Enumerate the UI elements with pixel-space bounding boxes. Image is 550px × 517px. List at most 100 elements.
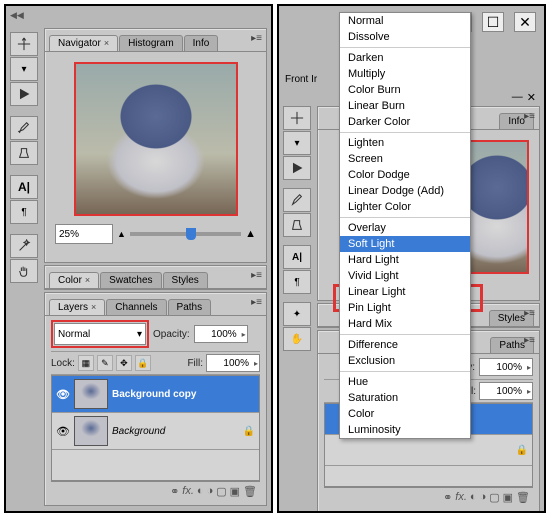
dropdown-tool-icon[interactable]: ▾ [283,131,311,155]
blend-option-overlay[interactable]: Overlay [340,220,470,236]
zoom-slider[interactable] [130,232,241,236]
lock-pixels-icon[interactable]: ✎ [97,355,113,371]
blend-option-pin-light[interactable]: Pin Light [340,300,470,316]
spacer [283,238,309,244]
navigator-tabs: Navigator× Histogram Info ▸≡ [45,29,266,52]
preview-partial [465,140,529,274]
blend-option-vivid-light[interactable]: Vivid Light [340,268,470,284]
tab-styles[interactable]: Styles [163,272,208,288]
type-tool-icon[interactable]: A| [283,245,311,269]
blend-option-screen[interactable]: Screen [340,151,470,167]
trash-icon[interactable]: 🗑 [243,485,257,498]
zoom-out-icon[interactable]: ▲ [117,229,126,239]
clone-tool-icon[interactable] [283,213,311,237]
layer-thumbnail[interactable] [74,379,108,409]
adjustment-icon[interactable]: ◑ [207,485,214,498]
hand-tool-icon[interactable] [10,259,38,283]
tab-color[interactable]: Color× [49,272,99,288]
blend-option-color-burn[interactable]: Color Burn [340,82,470,98]
navigator-palette: Navigator× Histogram Info ▸≡ ▲ ▲ [44,28,267,263]
blend-option-lighten[interactable]: Lighten [340,135,470,151]
layer-row[interactable]: 👁 Background 🔒 [52,413,259,450]
blend-mode-dropdown[interactable]: Normal▾ [54,323,146,345]
play-tool-icon[interactable] [283,156,311,180]
navigator-preview[interactable] [74,62,238,216]
spacer [283,295,309,301]
layers-footer: ⚭ fx. ◐ ◑ ▢ ▣ 🗑 [51,481,260,501]
mask-icon[interactable]: ◐ [197,485,204,498]
slider-thumb[interactable] [186,228,196,240]
blend-option-color-dodge[interactable]: Color Dodge [340,167,470,183]
left-content: Navigator× Histogram Info ▸≡ ▲ ▲ Color× … [44,28,267,507]
layer-row[interactable]: 👁 Background copy [52,376,259,413]
blend-row: Normal▾ Opacity: 100% [51,320,260,348]
tab-info[interactable]: Info [184,35,219,51]
blend-option-luminosity[interactable]: Luminosity [340,422,470,438]
tab-swatches[interactable]: Swatches [100,272,161,288]
close-icon[interactable]: ✕ [514,12,536,32]
blend-option-linear-burn[interactable]: Linear Burn [340,98,470,114]
brush-tool-icon[interactable] [283,188,311,212]
blend-option-color[interactable]: Color [340,406,470,422]
layer-thumbnail[interactable] [74,416,108,446]
tab-histogram[interactable]: Histogram [119,35,183,51]
hand-tool-icon[interactable]: ✋ [283,327,311,351]
layer-row[interactable]: 🔒 [325,435,532,466]
lock-transparent-icon[interactable]: ▦ [78,355,94,371]
lock-position-icon[interactable]: ✥ [116,355,132,371]
paragraph-tool-icon[interactable]: ¶ [10,200,38,224]
play-tool-icon[interactable] [10,82,38,106]
visibility-icon[interactable]: 👁 [56,388,70,401]
palette-menu-icon[interactable]: ▸≡ [251,297,262,308]
blend-option-dissolve[interactable]: Dissolve [340,29,470,45]
opacity-input[interactable]: 100% [194,325,248,343]
blend-option-lighter-color[interactable]: Lighter Color [340,199,470,215]
panel-topbar: ◀◀ [6,6,271,24]
palette-menu-icon[interactable]: ▸≡ [251,33,262,44]
zoom-in-icon[interactable]: ▲ [245,228,256,240]
move-tool-icon[interactable] [283,106,311,130]
zoom-input[interactable] [55,224,113,244]
blend-option-exclusion[interactable]: Exclusion [340,353,470,369]
lock-all-icon[interactable]: 🔒 [135,355,151,371]
left-panel: ◀◀ ▾ A| ¶ Navigator× Histogram Info ▸≡ [4,4,273,513]
blend-option-linear-light[interactable]: Linear Light [340,284,470,300]
clone-tool-icon[interactable] [10,141,38,165]
spacer [283,181,309,187]
blend-option-darken[interactable]: Darken [340,50,470,66]
tab-paths[interactable]: Paths [168,299,212,315]
document-label: Front Ir [285,74,317,85]
fill-input[interactable]: 100% [206,354,260,372]
tab-layers[interactable]: Layers× [49,299,105,315]
maximize-icon[interactable]: ☐ [482,12,504,32]
layer-name[interactable]: Background copy [112,389,255,400]
wand-tool-icon[interactable] [10,234,38,258]
visibility-icon[interactable]: 👁 [56,425,70,438]
blend-option-soft-light[interactable]: Soft Light [340,236,470,252]
tab-navigator[interactable]: Navigator× [49,35,118,51]
collapse-chevron-icon[interactable]: ◀◀ [10,10,24,21]
folder-icon[interactable]: ▢ [216,485,226,498]
brush-tool-icon[interactable] [10,116,38,140]
blend-option-difference[interactable]: Difference [340,337,470,353]
blend-option-normal[interactable]: Normal [340,13,470,29]
blend-option-saturation[interactable]: Saturation [340,390,470,406]
move-tool-icon[interactable] [10,32,38,56]
blend-option-linear-dodge-add-[interactable]: Linear Dodge (Add) [340,183,470,199]
link-icon[interactable]: ⚭ [170,485,179,498]
blend-option-multiply[interactable]: Multiply [340,66,470,82]
dropdown-tool-icon[interactable]: ▾ [10,57,38,81]
blend-option-hard-light[interactable]: Hard Light [340,252,470,268]
wand-tool-icon[interactable]: ✦ [283,302,311,326]
palette-menu-icon[interactable]: ▸≡ [251,270,262,281]
spacer [10,166,36,174]
layer-name[interactable]: Background [112,426,239,437]
blend-option-darker-color[interactable]: Darker Color [340,114,470,130]
fx-icon[interactable]: fx. [182,485,194,498]
blend-option-hard-mix[interactable]: Hard Mix [340,316,470,332]
paragraph-tool-icon[interactable]: ¶ [283,270,311,294]
new-layer-icon[interactable]: ▣ [230,485,240,498]
type-tool-icon[interactable]: A| [10,175,38,199]
tab-channels[interactable]: Channels [106,299,166,315]
blend-option-hue[interactable]: Hue [340,374,470,390]
